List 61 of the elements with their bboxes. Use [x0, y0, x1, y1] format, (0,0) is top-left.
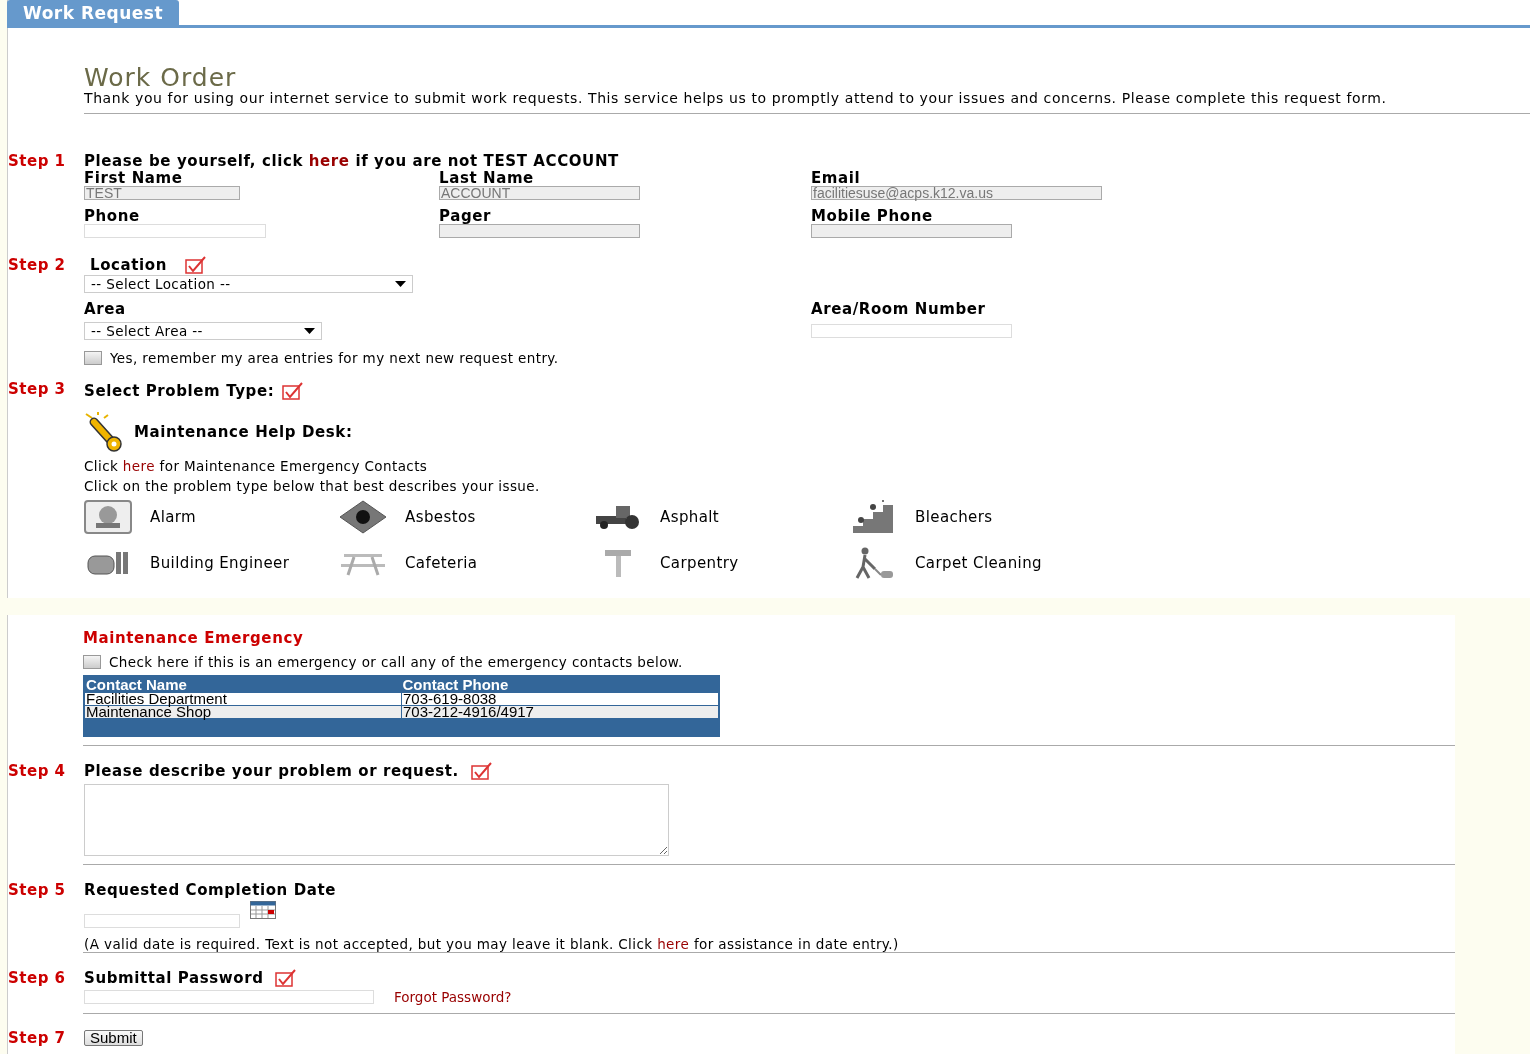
field-label: Pager — [439, 208, 492, 224]
step-label: Step 4 — [8, 762, 67, 780]
problem-type-link[interactable]: Asbestos — [405, 508, 476, 526]
checkbox[interactable] — [83, 655, 101, 669]
step-heading: Submittal Password — [84, 969, 264, 987]
dropdown-arrow-icon — [304, 328, 315, 334]
date-field[interactable] — [84, 914, 240, 928]
field-label: Last Name — [439, 170, 534, 186]
description-field[interactable] — [84, 784, 669, 856]
step-label: Step 1 — [8, 152, 67, 170]
intro-text: Thank you for using our internet service to submit work requests. This service helps us to promptly attend to your issues and concerns. Please complete this request form. — [84, 92, 1388, 105]
step-label: Step 3 — [8, 380, 67, 398]
field-label: Area — [84, 301, 126, 317]
problem-type-link[interactable]: Building Engineer — [150, 554, 290, 572]
step-heading: Please be yourself, click here if you are not TEST ACCOUNT — [84, 152, 619, 170]
column-header: Contact Phone — [401, 676, 719, 693]
problem-type-link[interactable]: Alarm — [150, 508, 197, 526]
step-label: Step 2 — [8, 256, 67, 274]
table-cell: 703-619-8038 — [401, 692, 719, 706]
checkbox-label: Yes, remember my area entries for my next new request entry. — [110, 350, 559, 366]
step-heading: Requested Completion Date — [84, 881, 336, 899]
field-label: First Name — [84, 170, 183, 186]
problem-type-link[interactable]: Carpet Cleaning — [915, 554, 1042, 572]
dropdown-arrow-icon — [395, 281, 406, 287]
here-link[interactable]: here — [657, 936, 690, 952]
page-title: Work Order — [84, 63, 238, 92]
contacts-text: Click here for Maintenance Emergency Contacts — [84, 458, 428, 474]
table-cell: Facilities Department — [84, 692, 402, 706]
date-note: (A valid date is required. Text is not accepted, but you may leave it blank. Click here for assistance in date entry.) — [84, 936, 899, 952]
problem-type-link[interactable]: Asphalt — [660, 508, 720, 526]
section-title: Maintenance Emergency — [83, 629, 305, 647]
here-link[interactable]: here — [308, 152, 350, 170]
forgot-password-link[interactable]: Forgot Password? — [394, 989, 512, 1005]
step-label: Step 5 — [8, 881, 67, 899]
here-link[interactable]: here — [122, 458, 155, 474]
checkbox[interactable] — [84, 351, 102, 365]
field-label: Mobile Phone — [811, 208, 933, 224]
step-label: Step 6 — [8, 969, 67, 987]
step-heading: Select Problem Type: — [84, 382, 275, 400]
location-select[interactable]: -- Select Location -- — [84, 275, 413, 293]
field-label: Area/Room Number — [811, 301, 986, 317]
step-heading: Please describe your problem or request. — [84, 762, 459, 780]
bleachers-icon — [851, 500, 895, 534]
checkbox-label: Check here if this is an emergency or call any of the emergency contacts below. — [109, 654, 683, 670]
step-label: Step 7 — [8, 1029, 67, 1047]
problem-type-link[interactable]: Bleachers — [915, 508, 993, 526]
password-field[interactable] — [84, 990, 374, 1004]
area-select[interactable]: -- Select Area -- — [84, 322, 322, 340]
field-label: Email — [811, 170, 861, 186]
road-roller-icon — [594, 504, 642, 530]
problem-type-link[interactable]: Cafeteria — [405, 554, 478, 572]
calendar-icon[interactable] — [250, 901, 276, 919]
bell-icon — [84, 500, 132, 534]
instruction-text: Click on the problem type below that best describes your issue. — [84, 478, 540, 494]
field-label: Phone — [84, 208, 140, 224]
help-desk-title: Maintenance Help Desk: — [134, 423, 353, 441]
column-header: Contact Name — [84, 676, 402, 693]
problem-type-link[interactable]: Carpentry — [660, 554, 739, 572]
step-heading: Location — [90, 256, 167, 274]
submit-button[interactable]: Submit — [84, 1030, 143, 1046]
warning-diamond-icon — [339, 500, 387, 534]
